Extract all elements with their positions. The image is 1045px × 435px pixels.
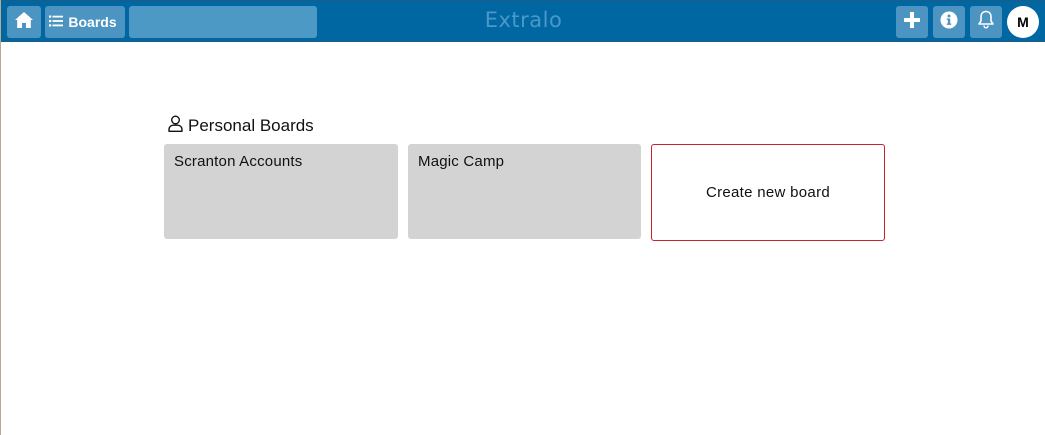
- user-icon: [168, 115, 183, 137]
- boards-button[interactable]: Boards: [45, 6, 125, 38]
- create-new-board-button[interactable]: Create new board: [651, 144, 885, 241]
- board-title: Magic Camp: [418, 153, 505, 170]
- board-title: Scranton Accounts: [174, 153, 303, 170]
- notifications-button[interactable]: [970, 6, 1002, 38]
- info-icon: [940, 11, 958, 34]
- boards-button-label: Boards: [68, 14, 117, 30]
- board-tile-magic-camp[interactable]: Magic Camp: [408, 144, 641, 239]
- home-button[interactable]: [7, 6, 41, 38]
- list-icon: [49, 14, 64, 30]
- create-new-board-label: Create new board: [705, 184, 831, 201]
- personal-boards-header: Personal Boards: [168, 115, 314, 137]
- add-button[interactable]: [896, 6, 928, 38]
- top-navigation-bar: Boards Extralo M: [1, 0, 1045, 42]
- user-avatar[interactable]: M: [1007, 6, 1039, 38]
- section-title: Personal Boards: [188, 116, 314, 135]
- bell-icon: [977, 10, 995, 34]
- search-input[interactable]: [129, 6, 317, 38]
- home-icon: [14, 11, 34, 34]
- board-tile-scranton-accounts[interactable]: Scranton Accounts: [164, 144, 398, 239]
- info-button[interactable]: [933, 6, 965, 38]
- plus-icon: [904, 11, 920, 33]
